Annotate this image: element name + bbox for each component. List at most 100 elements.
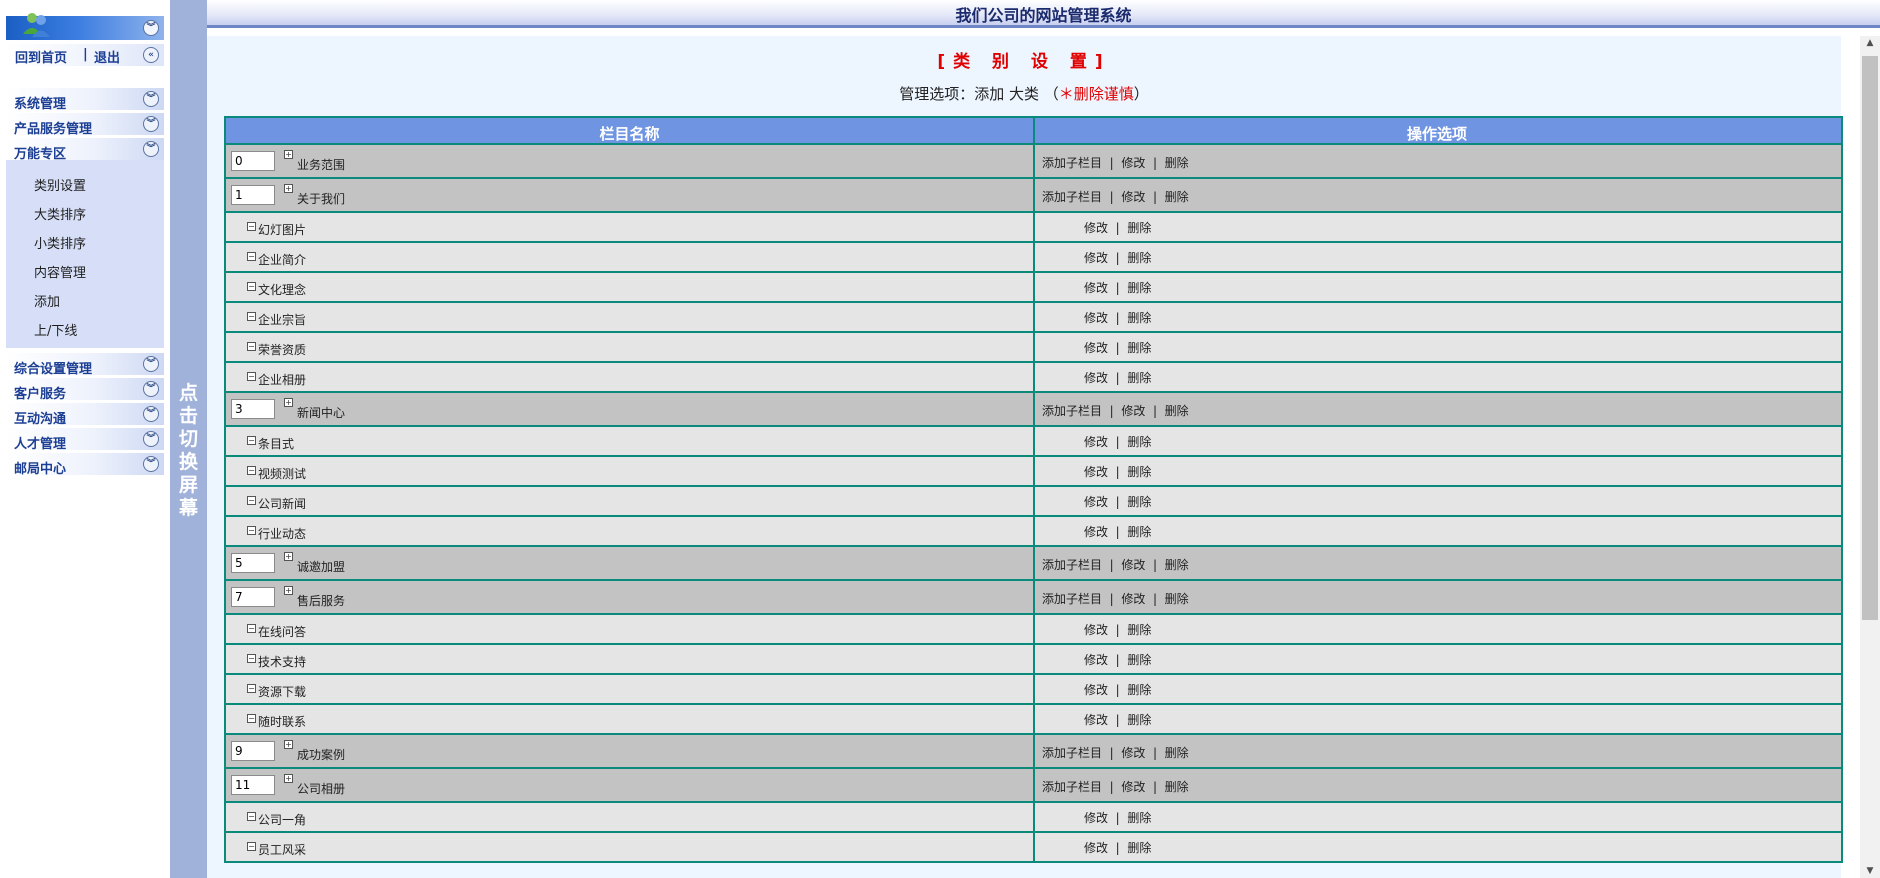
- plus-box-icon[interactable]: +: [284, 150, 293, 159]
- chevron-double-down-icon[interactable]: ︾: [143, 116, 159, 132]
- chevron-double-down-icon[interactable]: ︾: [143, 381, 159, 397]
- delete-link[interactable]: 删除: [1127, 683, 1151, 697]
- minus-box-icon[interactable]: −: [247, 812, 256, 821]
- edit-link[interactable]: 修改: [1084, 713, 1108, 727]
- edit-link[interactable]: 修改: [1121, 190, 1145, 204]
- edit-link[interactable]: 修改: [1084, 653, 1108, 667]
- sidebar-section-talent[interactable]: 人才管理 ︾: [6, 428, 164, 452]
- delete-link[interactable]: 删除: [1127, 811, 1151, 825]
- order-input[interactable]: [231, 399, 275, 419]
- minus-box-icon[interactable]: −: [247, 312, 256, 321]
- minus-box-icon[interactable]: −: [247, 282, 256, 291]
- logout-link[interactable]: 退出: [94, 47, 120, 66]
- submenu-item-category-settings[interactable]: 类别设置: [34, 175, 86, 194]
- delete-link[interactable]: 删除: [1165, 190, 1189, 204]
- add-child-link[interactable]: 添加子栏目: [1042, 190, 1102, 204]
- chevron-double-down-icon[interactable]: ︾: [143, 141, 159, 157]
- delete-link[interactable]: 删除: [1165, 404, 1189, 418]
- scroll-up-icon[interactable]: ▲: [1860, 38, 1880, 48]
- delete-link[interactable]: 删除: [1127, 311, 1151, 325]
- edit-link[interactable]: 修改: [1084, 683, 1108, 697]
- minus-box-icon[interactable]: −: [247, 342, 256, 351]
- sidebar-section-mail[interactable]: 邮局中心 ︾: [6, 453, 164, 477]
- edit-link[interactable]: 修改: [1084, 311, 1108, 325]
- edit-link[interactable]: 修改: [1084, 341, 1108, 355]
- edit-link[interactable]: 修改: [1084, 495, 1108, 509]
- add-child-link[interactable]: 添加子栏目: [1042, 404, 1102, 418]
- sidebar-section-customer[interactable]: 客户服务 ︾: [6, 378, 164, 402]
- plus-box-icon[interactable]: +: [284, 552, 293, 561]
- delete-link[interactable]: 删除: [1165, 558, 1189, 572]
- edit-link[interactable]: 修改: [1084, 623, 1108, 637]
- sidebar-section-interaction[interactable]: 互动沟通 ︾: [6, 403, 164, 427]
- order-input[interactable]: [231, 553, 275, 573]
- add-category-link[interactable]: 添加 大类: [974, 85, 1039, 103]
- edit-link[interactable]: 修改: [1084, 525, 1108, 539]
- vertical-scrollbar[interactable]: ▲ ▼: [1860, 36, 1880, 878]
- order-input[interactable]: [231, 775, 275, 795]
- sidebar-section-system[interactable]: 系统管理 ︾: [6, 88, 164, 112]
- minus-box-icon[interactable]: −: [247, 684, 256, 693]
- plus-box-icon[interactable]: +: [284, 774, 293, 783]
- chevron-double-down-icon[interactable]: ︾: [143, 406, 159, 422]
- submenu-item-online-offline[interactable]: 上/下线: [34, 320, 77, 339]
- add-child-link[interactable]: 添加子栏目: [1042, 558, 1102, 572]
- minus-box-icon[interactable]: −: [247, 714, 256, 723]
- delete-link[interactable]: 删除: [1127, 221, 1151, 235]
- minus-box-icon[interactable]: −: [247, 496, 256, 505]
- delete-link[interactable]: 删除: [1127, 281, 1151, 295]
- submenu-item-add[interactable]: 添加: [34, 291, 60, 310]
- add-child-link[interactable]: 添加子栏目: [1042, 156, 1102, 170]
- sidebar-section-products[interactable]: 产品服务管理 ︾: [6, 113, 164, 137]
- plus-box-icon[interactable]: +: [284, 398, 293, 407]
- delete-link[interactable]: 删除: [1165, 156, 1189, 170]
- chevron-double-down-icon[interactable]: ︾: [143, 456, 159, 472]
- add-child-link[interactable]: 添加子栏目: [1042, 592, 1102, 606]
- edit-link[interactable]: 修改: [1084, 811, 1108, 825]
- switch-screen-bar[interactable]: 点击切换屏幕: [170, 0, 207, 878]
- edit-link[interactable]: 修改: [1084, 221, 1108, 235]
- edit-link[interactable]: 修改: [1121, 404, 1145, 418]
- delete-link[interactable]: 删除: [1165, 780, 1189, 794]
- delete-link[interactable]: 删除: [1127, 465, 1151, 479]
- sidebar-section-general[interactable]: 综合设置管理 ︾: [6, 353, 164, 377]
- collapse-all-icon[interactable]: ︾: [143, 20, 159, 36]
- edit-link[interactable]: 修改: [1084, 281, 1108, 295]
- plus-box-icon[interactable]: +: [284, 586, 293, 595]
- delete-link[interactable]: 删除: [1127, 251, 1151, 265]
- order-input[interactable]: [231, 741, 275, 761]
- minus-box-icon[interactable]: −: [247, 526, 256, 535]
- minus-box-icon[interactable]: −: [247, 466, 256, 475]
- minus-box-icon[interactable]: −: [247, 624, 256, 633]
- scroll-down-icon[interactable]: ▼: [1860, 866, 1880, 876]
- minus-box-icon[interactable]: −: [247, 654, 256, 663]
- minus-box-icon[interactable]: −: [247, 842, 256, 851]
- chevron-double-down-icon[interactable]: ︾: [143, 91, 159, 107]
- edit-link[interactable]: 修改: [1084, 371, 1108, 385]
- edit-link[interactable]: 修改: [1121, 780, 1145, 794]
- delete-link[interactable]: 删除: [1127, 653, 1151, 667]
- edit-link[interactable]: 修改: [1121, 558, 1145, 572]
- edit-link[interactable]: 修改: [1084, 435, 1108, 449]
- chevron-double-down-icon[interactable]: ︾: [143, 431, 159, 447]
- delete-link[interactable]: 删除: [1127, 495, 1151, 509]
- minus-box-icon[interactable]: −: [247, 222, 256, 231]
- edit-link[interactable]: 修改: [1084, 465, 1108, 479]
- submenu-item-minor-sort[interactable]: 小类排序: [34, 233, 86, 252]
- delete-link[interactable]: 删除: [1127, 435, 1151, 449]
- hide-sidebar-icon[interactable]: «: [143, 47, 159, 63]
- submenu-item-content[interactable]: 内容管理: [34, 262, 86, 281]
- delete-link[interactable]: 删除: [1127, 525, 1151, 539]
- order-input[interactable]: [231, 185, 275, 205]
- edit-link[interactable]: 修改: [1084, 251, 1108, 265]
- delete-link[interactable]: 删除: [1165, 592, 1189, 606]
- delete-link[interactable]: 删除: [1127, 713, 1151, 727]
- edit-link[interactable]: 修改: [1084, 841, 1108, 855]
- order-input[interactable]: [231, 587, 275, 607]
- minus-box-icon[interactable]: −: [247, 372, 256, 381]
- delete-link[interactable]: 删除: [1127, 341, 1151, 355]
- edit-link[interactable]: 修改: [1121, 156, 1145, 170]
- delete-link[interactable]: 删除: [1127, 371, 1151, 385]
- sidebar-section-universal[interactable]: 万能专区 ︾: [6, 138, 164, 162]
- plus-box-icon[interactable]: +: [284, 740, 293, 749]
